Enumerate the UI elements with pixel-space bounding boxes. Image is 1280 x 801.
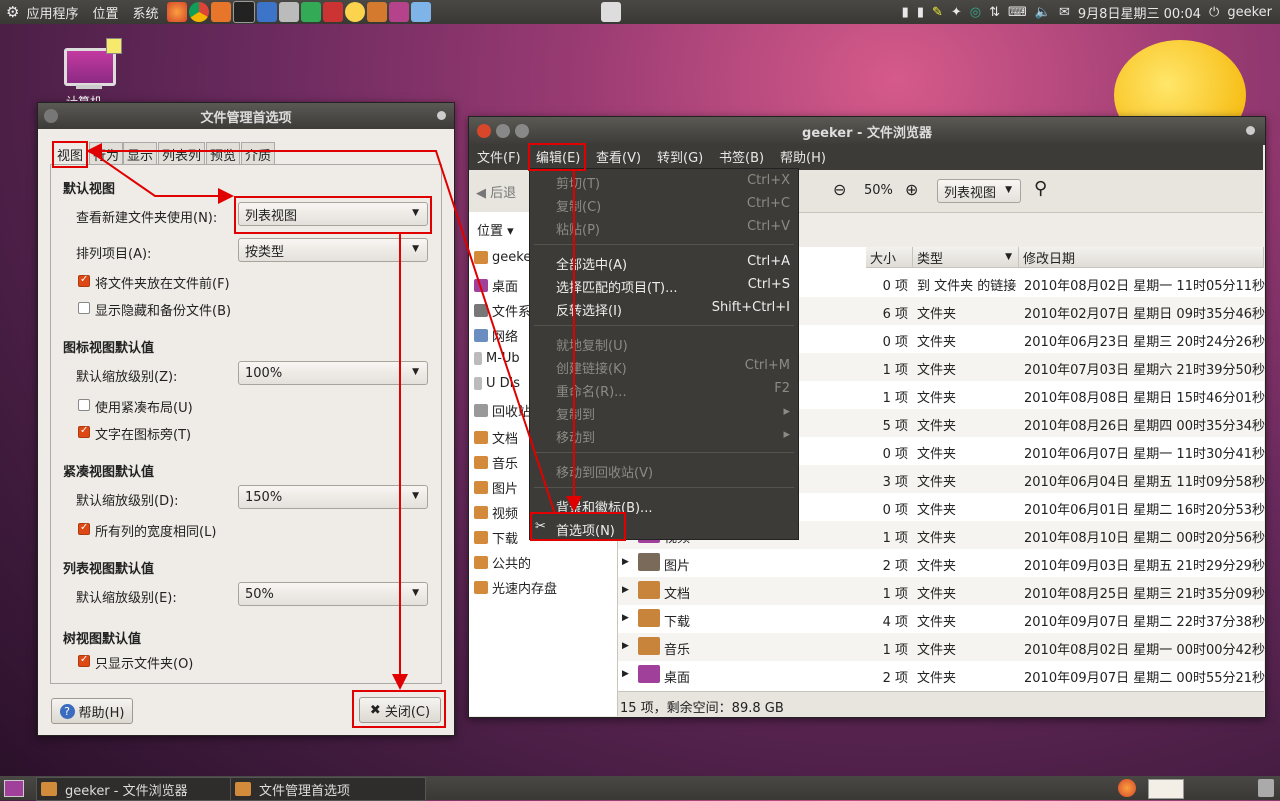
annotation-arrows: [86, 143, 582, 690]
workspace-switcher[interactable]: [1148, 779, 1184, 799]
taskbar-preferences[interactable]: 文件管理首选项: [230, 777, 426, 801]
folder-icon: [235, 782, 251, 796]
folder-icon: [41, 782, 57, 796]
show-desktop-icon[interactable]: [4, 780, 24, 797]
task-label: 文件管理首选项: [259, 783, 351, 799]
bottom-panel: geeker - 文件浏览器 文件管理首选项: [0, 776, 1280, 801]
task-label: geeker - 文件浏览器: [65, 783, 188, 799]
firefox-icon[interactable]: [1118, 779, 1136, 797]
taskbar-file-browser[interactable]: geeker - 文件浏览器: [36, 777, 232, 801]
trash-icon[interactable]: [1258, 779, 1274, 797]
